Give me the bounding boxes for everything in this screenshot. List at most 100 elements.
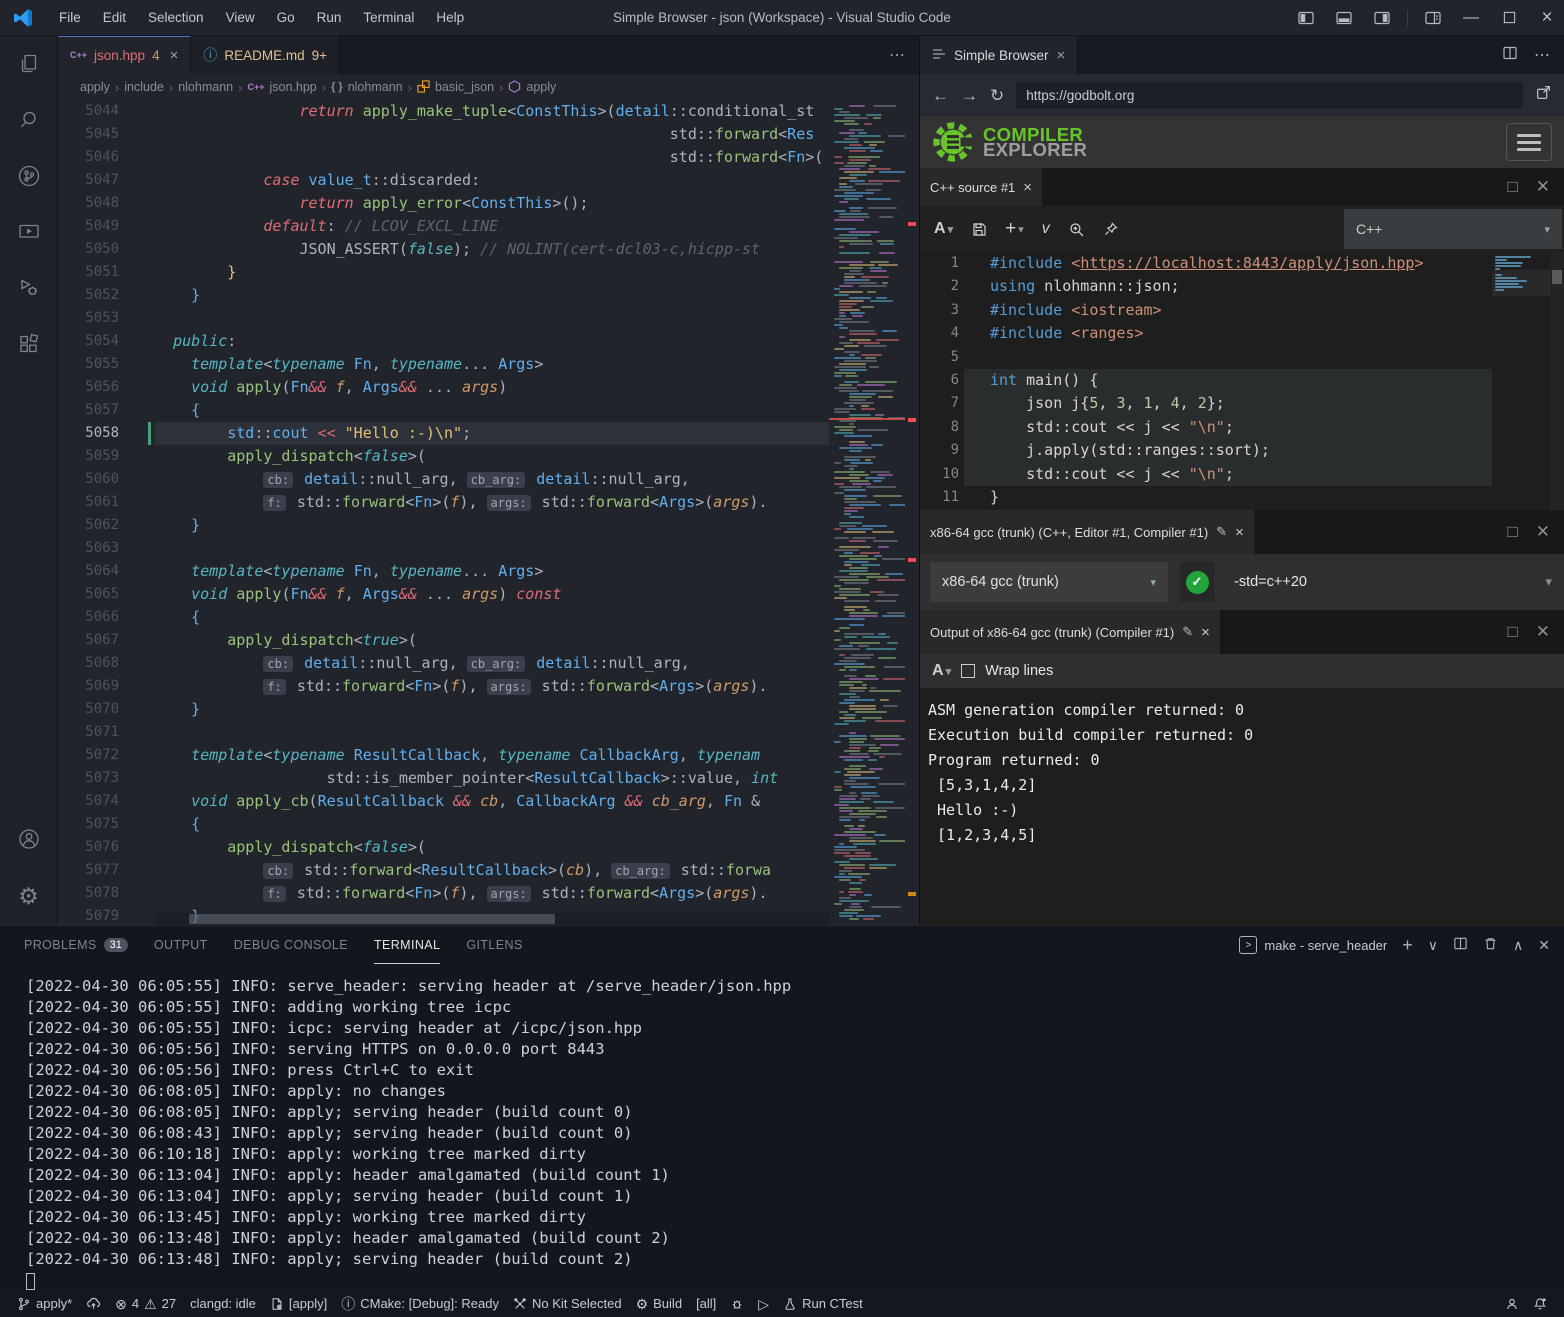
breadcrumb-item[interactable]: basic_json bbox=[435, 80, 494, 94]
settings-gear-icon[interactable]: ⚙ bbox=[0, 867, 58, 925]
menu-terminal[interactable]: Terminal bbox=[352, 0, 425, 36]
pin-icon[interactable] bbox=[1103, 221, 1119, 237]
panel-tab-gitlens[interactable]: GITLENS bbox=[466, 926, 522, 964]
close-window-icon[interactable]: × bbox=[1530, 0, 1564, 36]
status-clangd[interactable]: clangd: idle bbox=[183, 1290, 263, 1317]
vim-mode-icon[interactable]: v bbox=[1042, 220, 1050, 238]
run-debug-icon[interactable] bbox=[0, 260, 58, 316]
terminal-selector[interactable]: > make - serve_header bbox=[1239, 936, 1387, 954]
menu-go[interactable]: Go bbox=[266, 0, 306, 36]
ce-code-line[interactable]: 1#include <https://localhost:8443/apply/… bbox=[920, 252, 1492, 275]
reload-icon[interactable]: ↻ bbox=[990, 87, 1004, 104]
panel-tab-terminal[interactable]: TERMINAL bbox=[374, 926, 440, 964]
ce-code-line[interactable]: 11} bbox=[920, 486, 1492, 509]
status-debug-target[interactable] bbox=[723, 1290, 751, 1317]
breadcrumb-item[interactable]: json.hpp bbox=[269, 80, 316, 94]
ce-code-line[interactable]: 2using nlohmann::json; bbox=[920, 275, 1492, 298]
code-line[interactable]: 5045 std::forward<Res bbox=[58, 123, 829, 146]
horizontal-scrollbar[interactable] bbox=[155, 913, 830, 925]
compiler-select[interactable]: x86-64 gcc (trunk) ▾ bbox=[930, 562, 1168, 602]
code-line[interactable]: 5057 { bbox=[58, 399, 829, 422]
code-line[interactable]: 5066 { bbox=[58, 606, 829, 629]
status-branch[interactable]: apply* bbox=[10, 1290, 79, 1317]
zoom-icon[interactable] bbox=[1068, 221, 1085, 238]
code-line[interactable]: 5054 public: bbox=[58, 330, 829, 353]
hamburger-menu-icon[interactable] bbox=[1506, 123, 1552, 161]
ce-code-line[interactable]: 9 j.apply(std::ranges::sort); bbox=[920, 439, 1492, 462]
close-icon[interactable]: × bbox=[1201, 624, 1210, 641]
panel-tab-problems[interactable]: PROBLEMS31 bbox=[24, 926, 128, 964]
close-tab-icon[interactable]: × bbox=[170, 47, 179, 64]
menu-selection[interactable]: Selection bbox=[137, 0, 215, 36]
code-line[interactable]: 5065 void apply(Fn&& f, Args&& ... args)… bbox=[58, 583, 829, 606]
customize-layout-icon[interactable] bbox=[1416, 0, 1450, 36]
breadcrumb-item[interactable]: nlohmann bbox=[178, 80, 233, 94]
status-launch-target[interactable]: ▷ bbox=[751, 1290, 776, 1317]
ce-source-editor[interactable]: 1#include <https://localhost:8443/apply/… bbox=[920, 252, 1564, 510]
code-line[interactable]: 5075 { bbox=[58, 813, 829, 836]
new-terminal-icon[interactable]: + bbox=[1402, 935, 1413, 956]
status-feedback[interactable] bbox=[1498, 1290, 1526, 1317]
code-line[interactable]: 5064 template<typename Fn, typename... A… bbox=[58, 560, 829, 583]
ce-code-line[interactable]: 10 std::cout << j << "\n"; bbox=[920, 463, 1492, 486]
maximize-pane-icon[interactable]: □ bbox=[1507, 177, 1517, 197]
save-icon[interactable] bbox=[971, 221, 987, 237]
ce-output-console[interactable]: ASM generation compiler returned: 0Execu… bbox=[920, 688, 1564, 925]
terminal-dropdown-icon[interactable]: ∨ bbox=[1428, 937, 1438, 954]
code-line[interactable]: 5056 void apply(Fn&& f, Args&& ... args) bbox=[58, 376, 829, 399]
close-panel-icon[interactable]: ✕ bbox=[1538, 937, 1550, 954]
status-publish[interactable] bbox=[79, 1290, 108, 1317]
ce-source-tab[interactable]: C++ source #1 × bbox=[920, 168, 1042, 206]
rename-icon[interactable]: ✎ bbox=[1182, 624, 1193, 640]
code-line[interactable]: 5059 apply_dispatch<false>( bbox=[58, 445, 829, 468]
code-line[interactable]: 5067 apply_dispatch<true>( bbox=[58, 629, 829, 652]
code-line[interactable]: 5077 cb: std::forward<ResultCallback>(cb… bbox=[58, 859, 829, 882]
search-icon[interactable] bbox=[0, 92, 58, 148]
code-line[interactable]: 5055 template<typename Fn, typename... A… bbox=[58, 353, 829, 376]
wrap-lines-checkbox[interactable] bbox=[961, 664, 975, 678]
code-line[interactable]: 5049 default: // LCOV_EXCL_LINE bbox=[58, 215, 829, 238]
language-select[interactable]: C++ ▾ bbox=[1344, 209, 1562, 249]
rename-icon[interactable]: ✎ bbox=[1216, 524, 1227, 540]
ce-scrollbar[interactable] bbox=[1550, 252, 1564, 510]
status-build[interactable]: ⚙Build bbox=[629, 1290, 689, 1317]
split-editor-icon[interactable] bbox=[1502, 45, 1518, 66]
maximize-icon[interactable] bbox=[1492, 0, 1526, 36]
maximize-pane-icon[interactable]: □ bbox=[1507, 522, 1517, 542]
options-dropdown-icon[interactable]: ▾ bbox=[1545, 574, 1554, 590]
code-line[interactable]: 5072 template<typename ResultCallback, t… bbox=[58, 744, 829, 767]
add-pane-icon[interactable]: +▾ bbox=[1005, 218, 1024, 240]
breadcrumb-item[interactable]: include bbox=[124, 80, 164, 94]
more-actions-icon[interactable]: ⋯ bbox=[875, 36, 919, 74]
code-line[interactable]: 5050 JSON_ASSERT(false); // NOLINT(cert-… bbox=[58, 238, 829, 261]
ce-code-line[interactable]: 8 std::cout << j << "\n"; bbox=[920, 416, 1492, 439]
breadcrumb-item[interactable]: apply bbox=[80, 80, 110, 94]
panel-tab-debug-console[interactable]: DEBUG CONSOLE bbox=[234, 926, 348, 964]
code-line[interactable]: 5078 f: std::forward<Fn>(f), args: std::… bbox=[58, 882, 829, 905]
explorer-icon[interactable] bbox=[0, 36, 58, 92]
code-line[interactable]: 5062 } bbox=[58, 514, 829, 537]
ce-code-line[interactable]: 3#include <iostream> bbox=[920, 299, 1492, 322]
font-size-icon[interactable]: A▾ bbox=[934, 220, 953, 238]
code-line[interactable]: 5063 bbox=[58, 537, 829, 560]
breadcrumb-item[interactable]: nlohmann bbox=[348, 80, 403, 94]
source-control-icon[interactable] bbox=[0, 148, 58, 204]
close-pane-icon[interactable]: ✕ bbox=[1536, 622, 1550, 642]
code-editor[interactable]: 5044 return apply_make_tuple<ConstThis>(… bbox=[58, 100, 919, 925]
ce-code-line[interactable]: 7 json j{5, 3, 1, 4, 2}; bbox=[920, 392, 1492, 415]
menu-view[interactable]: View bbox=[215, 0, 266, 36]
toggle-panel-icon[interactable] bbox=[1327, 0, 1361, 36]
tab-readme-md[interactable]: ⓘ README.md 9+ bbox=[191, 36, 340, 74]
code-line[interactable]: 5069 f: std::forward<Fn>(f), args: std::… bbox=[58, 675, 829, 698]
ce-code-line[interactable]: 4#include <ranges> bbox=[920, 322, 1492, 345]
tab-json-hpp[interactable]: C++ json.hpp 4 × bbox=[58, 36, 191, 74]
code-line[interactable]: 5076 apply_dispatch<false>( bbox=[58, 836, 829, 859]
code-line[interactable]: 5068 cb: detail::null_arg, cb_arg: detai… bbox=[58, 652, 829, 675]
accounts-icon[interactable] bbox=[0, 811, 58, 867]
code-line[interactable]: 5058 std::cout << "Hello :-)\n"; bbox=[58, 422, 829, 445]
status-cmake-status[interactable]: ⓘCMake: [Debug]: Ready bbox=[334, 1290, 506, 1317]
code-line[interactable]: 5074 void apply_cb(ResultCallback && cb,… bbox=[58, 790, 829, 813]
ce-code-line[interactable]: 6int main() { bbox=[920, 369, 1492, 392]
more-actions-icon[interactable]: ⋯ bbox=[1534, 45, 1550, 65]
compiler-explorer-logo[interactable]: COMPILER EXPLORER bbox=[932, 121, 1087, 163]
